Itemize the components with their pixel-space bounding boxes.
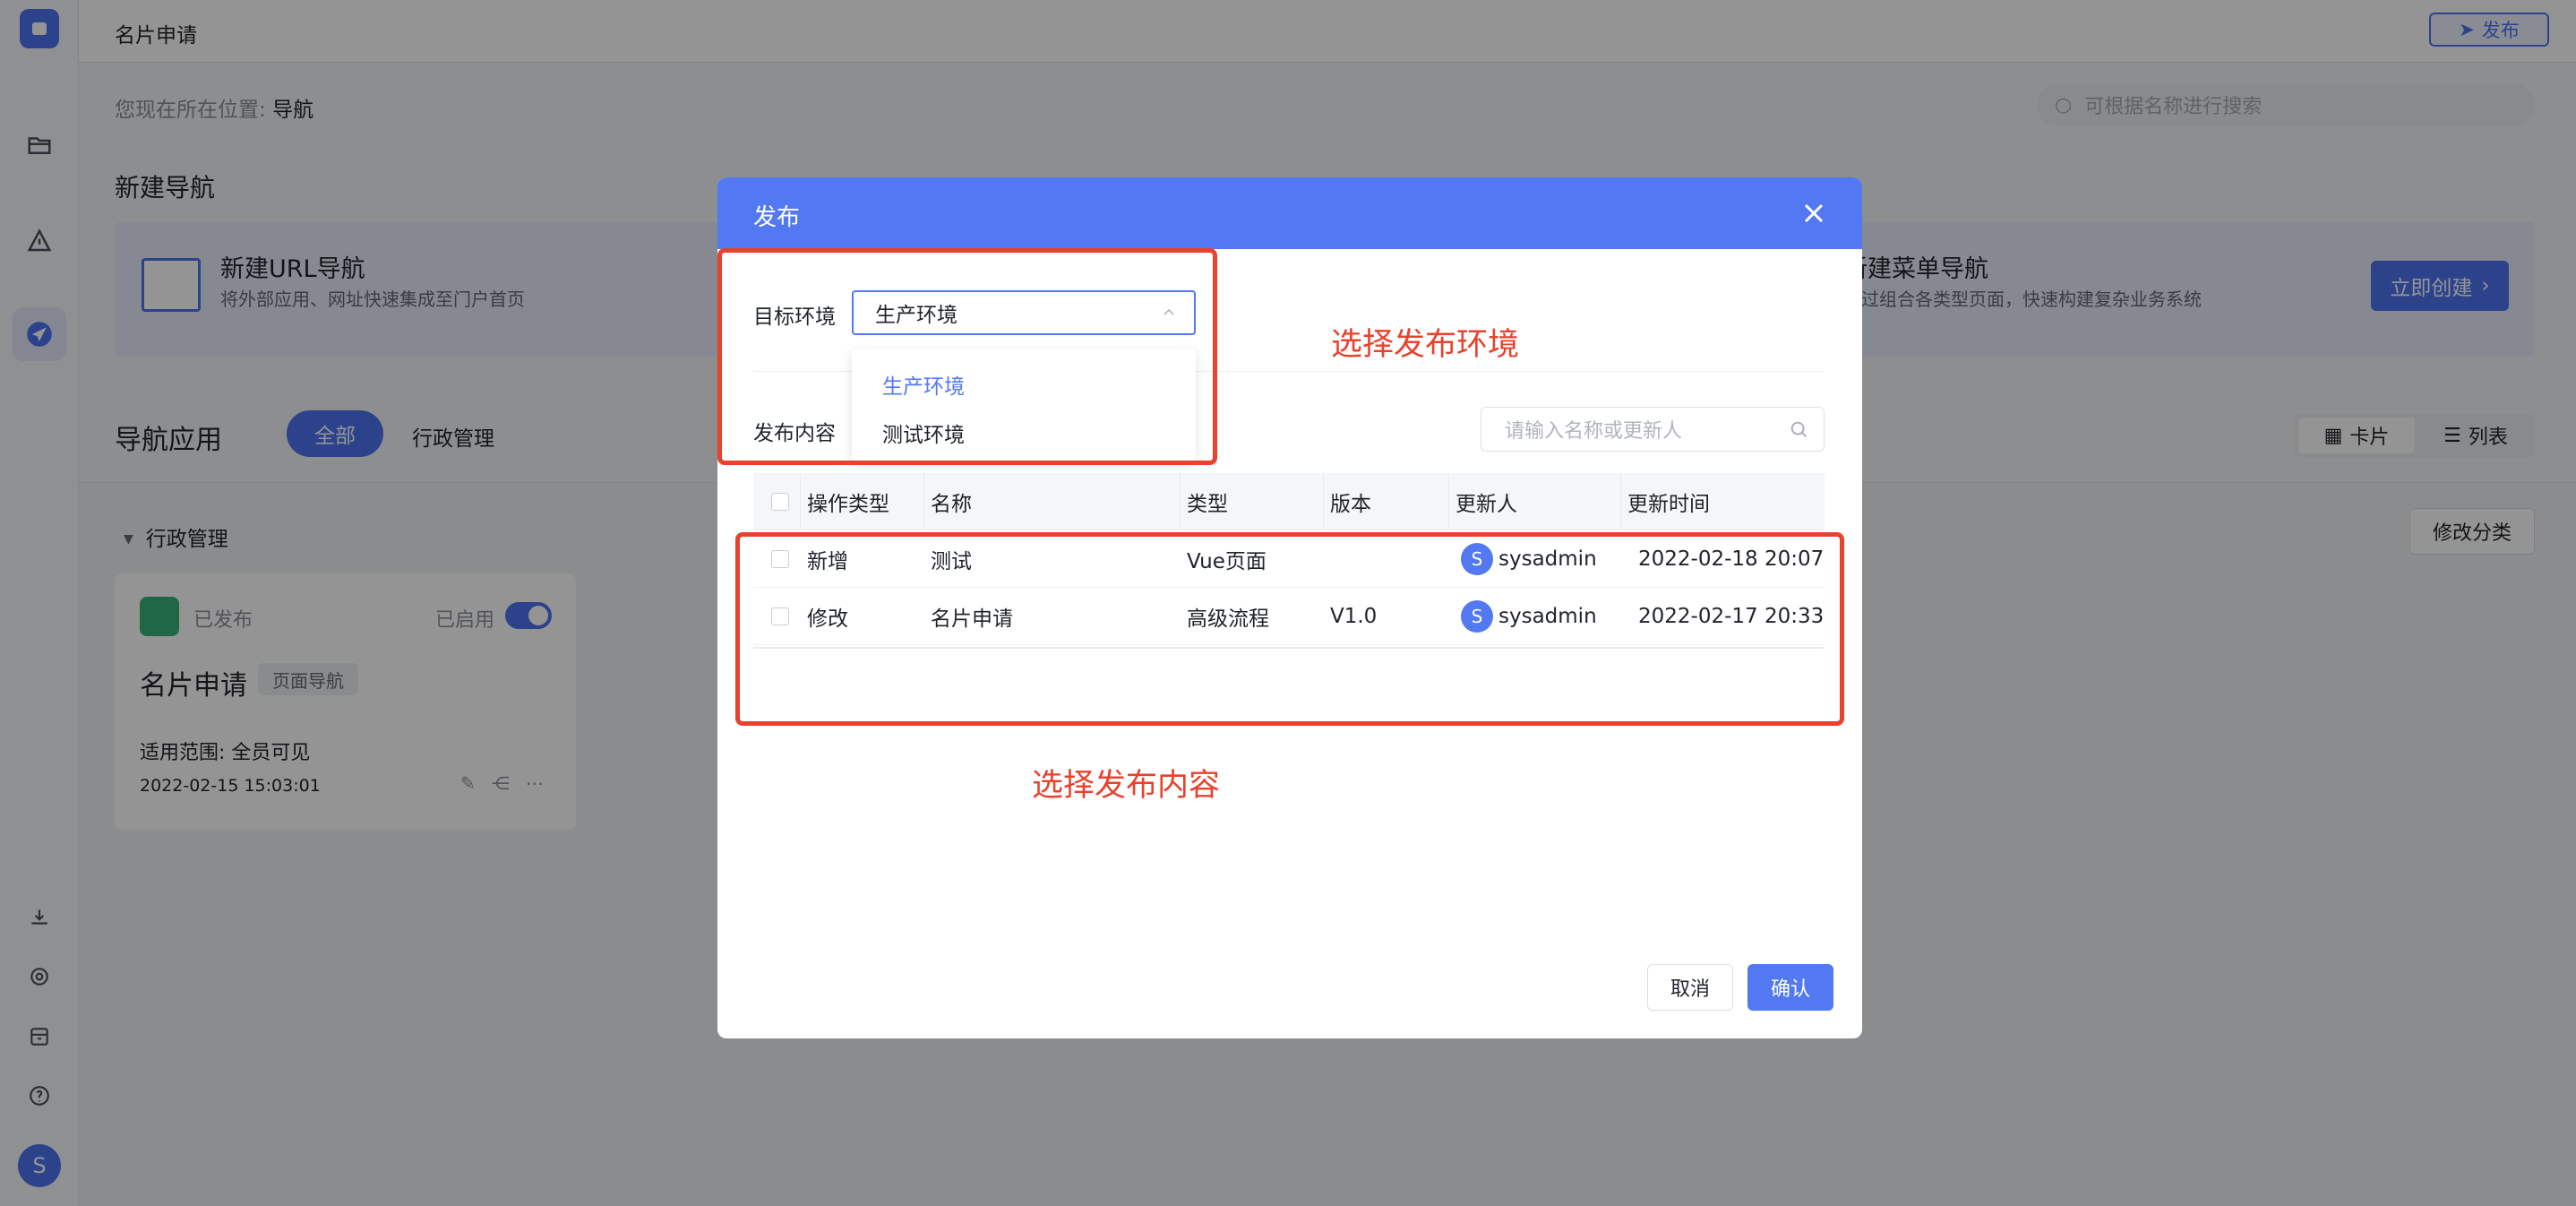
confirm-button[interactable]: 确认 [1747, 964, 1833, 1011]
col-separator [923, 473, 924, 530]
annotation-box-env [717, 248, 1217, 465]
col-separator [1620, 473, 1621, 530]
table-header: 操作类型 名称 类型 版本 更新人 更新时间 [753, 473, 1825, 530]
close-icon[interactable] [1798, 197, 1830, 229]
col-op: 操作类型 [807, 493, 889, 516]
col-separator [800, 473, 801, 530]
annotation-content: 选择发布内容 [1032, 768, 1221, 804]
col-separator [1180, 473, 1181, 530]
col-separator [1323, 473, 1324, 530]
col-version: 版本 [1330, 493, 1371, 516]
dialog-header: 发布 [717, 177, 1862, 249]
col-name: 名称 [931, 493, 972, 516]
col-separator [1448, 473, 1449, 530]
search-icon [1790, 421, 1807, 437]
cancel-button[interactable]: 取消 [1647, 964, 1733, 1011]
dialog-title: 发布 [753, 204, 801, 231]
annotation-env: 选择发布环境 [1331, 327, 1520, 363]
col-type: 类型 [1187, 493, 1228, 516]
content-search-input[interactable]: 请输入名称或更新人 [1481, 407, 1825, 452]
content-search-placeholder: 请输入名称或更新人 [1505, 420, 1683, 443]
annotation-box-content [735, 532, 1844, 726]
select-all-checkbox[interactable] [771, 493, 789, 511]
col-user: 更新人 [1455, 493, 1517, 516]
col-time: 更新时间 [1627, 493, 1710, 516]
